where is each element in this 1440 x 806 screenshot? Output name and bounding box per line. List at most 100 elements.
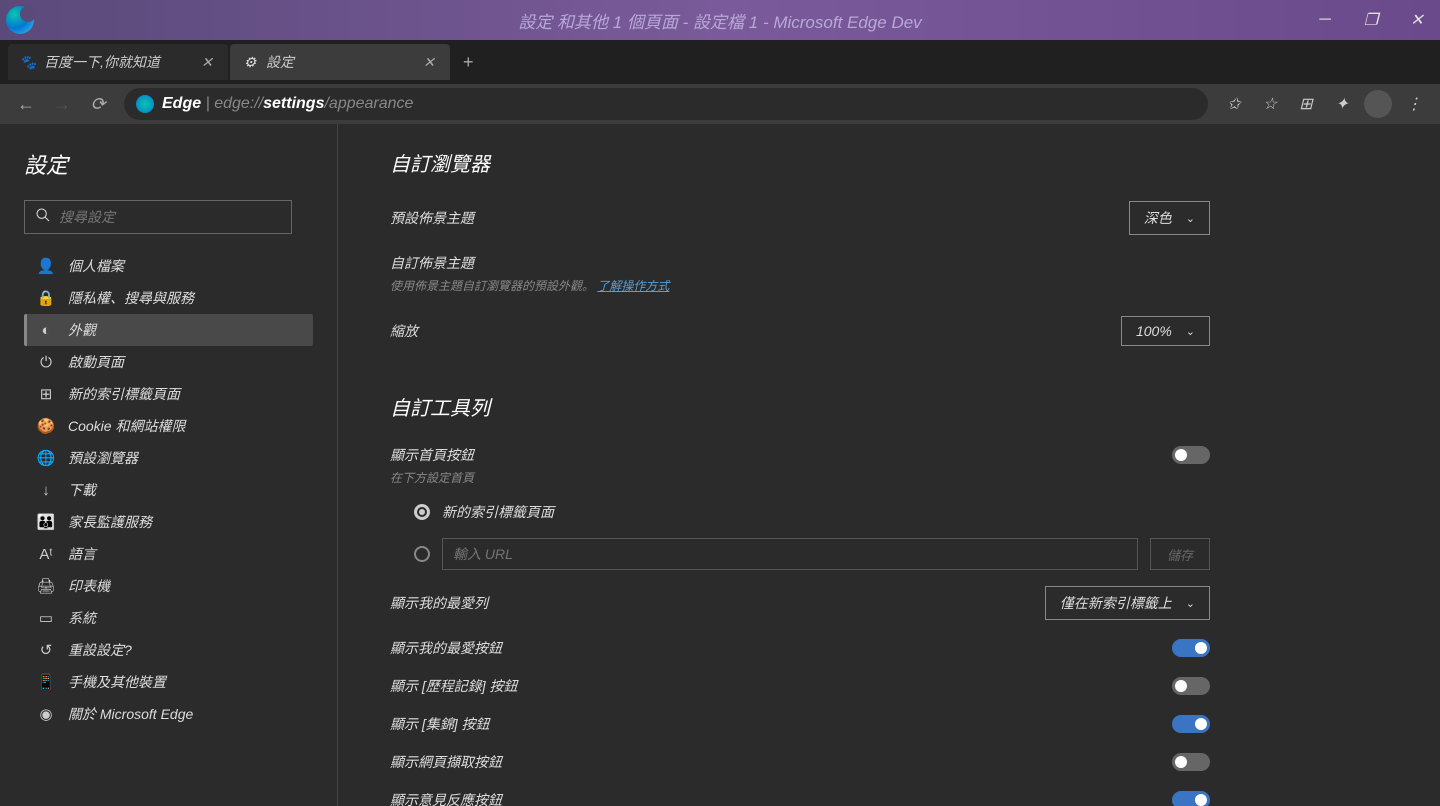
sidebar-item-system[interactable]: ▭系統: [24, 602, 313, 634]
save-button[interactable]: 儲存: [1150, 538, 1210, 570]
sidebar-item-family[interactable]: 👪家長監護服務: [24, 506, 313, 538]
tabstrip: 🐾 百度一下,你就知道 ✕ ⚙ 設定 ✕ +: [0, 40, 1440, 84]
titlebar: 設定 和其他 1 個頁面 - 設定檔 1 - Microsoft Edge De…: [0, 0, 1440, 40]
tab-title: 設定: [266, 52, 420, 72]
theme-dropdown[interactable]: 深色 ⌄: [1129, 201, 1210, 235]
sidebar-item-printer[interactable]: 🖨印表機: [24, 570, 313, 602]
extensions-icon[interactable]: ✦: [1324, 86, 1360, 122]
collections-button-toggle[interactable]: [1172, 715, 1210, 733]
favorites-bar-label: 顯示我的最愛列: [390, 593, 488, 613]
sidebar-item-newtab[interactable]: ⊞新的索引標籤頁面: [24, 378, 313, 410]
sidebar-item-profile[interactable]: 👤個人檔案: [24, 250, 313, 282]
tracking-icon[interactable]: ✩: [1216, 86, 1252, 122]
radio-newtab-label: 新的索引標籤頁面: [442, 502, 554, 522]
language-icon: Aᵗ: [36, 544, 56, 564]
favorites-button-toggle[interactable]: [1172, 639, 1210, 657]
radio-url[interactable]: [414, 546, 430, 562]
system-icon: ▭: [36, 608, 56, 628]
favorites-button-label: 顯示我的最愛按鈕: [390, 638, 502, 658]
collections-button-label: 顯示 [集錦] 按鈕: [390, 714, 490, 734]
favorites-icon[interactable]: ☆: [1252, 86, 1288, 122]
phone-icon: 📱: [36, 672, 56, 692]
addressbar[interactable]: Edge | edge://settings/appearance: [124, 88, 1208, 120]
setting-collections-button: 顯示 [集錦] 按鈕: [390, 714, 1210, 734]
search-box[interactable]: [24, 200, 292, 234]
capture-button-toggle[interactable]: [1172, 753, 1210, 771]
chevron-down-icon: ⌄: [1186, 597, 1195, 610]
radio-newtab[interactable]: [414, 504, 430, 520]
custom-theme-sublabel: 使用佈景主題自訂瀏覽器的預設外觀。 了解操作方式: [390, 277, 1210, 294]
address-text: Edge | edge://settings/appearance: [162, 95, 413, 113]
edge-logo-icon: [6, 6, 34, 34]
zoom-label: 縮放: [390, 321, 418, 341]
edge-icon: ◉: [36, 704, 56, 724]
feedback-button-label: 顯示意見反應按鈕: [390, 790, 502, 806]
avatar[interactable]: [1364, 90, 1392, 118]
minimize-button[interactable]: ─: [1302, 0, 1348, 40]
reset-icon: ↺: [36, 640, 56, 660]
sidebar-item-reset[interactable]: ↺重設設定?: [24, 634, 313, 666]
maximize-button[interactable]: ❐: [1348, 0, 1394, 40]
refresh-button[interactable]: ⟳: [80, 86, 116, 122]
theme-label: 預設佈景主題: [390, 208, 474, 228]
sidebar-item-privacy[interactable]: 🔒隱私權、搜尋與服務: [24, 282, 313, 314]
search-input[interactable]: [59, 209, 281, 225]
newtab-icon: ⊞: [36, 384, 56, 404]
history-button-label: 顯示 [歷程記錄] 按鈕: [390, 676, 518, 696]
family-icon: 👪: [36, 512, 56, 532]
section-customize-toolbar: 自訂工具列: [390, 392, 1388, 421]
chevron-down-icon: ⌄: [1186, 325, 1195, 338]
setting-capture-button: 顯示網頁擷取按鈕: [390, 752, 1210, 772]
browser-icon: 🌐: [36, 448, 56, 468]
power-icon: ⏻: [36, 352, 56, 372]
setting-theme: 預設佈景主題 深色 ⌄: [390, 201, 1210, 235]
sidebar-title: 設定: [20, 148, 317, 180]
chevron-down-icon: ⌄: [1186, 212, 1195, 225]
setting-home-button: 顯示首頁按鈕: [390, 445, 1210, 465]
sidebar-item-language[interactable]: Aᵗ語言: [24, 538, 313, 570]
sidebar-item-about[interactable]: ◉關於 Microsoft Edge: [24, 698, 313, 730]
setting-favorites-button: 顯示我的最愛按鈕: [390, 638, 1210, 658]
sidebar: 設定 👤個人檔案 🔒隱私權、搜尋與服務 ◐外觀 ⏻啟動頁面 ⊞新的索引標籤頁面 …: [0, 124, 338, 806]
history-button-toggle[interactable]: [1172, 677, 1210, 695]
collections-icon[interactable]: ⊞: [1288, 86, 1324, 122]
sidebar-item-startup[interactable]: ⏻啟動頁面: [24, 346, 313, 378]
profile-icon: 👤: [36, 256, 56, 276]
url-input[interactable]: [442, 538, 1138, 570]
setting-feedback-button: 顯示意見反應按鈕: [390, 790, 1210, 806]
tab-settings[interactable]: ⚙ 設定 ✕: [230, 44, 450, 80]
toolbar: ← → ⟳ Edge | edge://settings/appearance …: [0, 84, 1440, 124]
zoom-dropdown[interactable]: 100% ⌄: [1121, 316, 1210, 346]
content: 設定 👤個人檔案 🔒隱私權、搜尋與服務 ◐外觀 ⏻啟動頁面 ⊞新的索引標籤頁面 …: [0, 124, 1440, 806]
tab-close-icon[interactable]: ✕: [198, 53, 216, 71]
cookie-icon: 🍪: [36, 416, 56, 436]
baidu-icon: 🐾: [20, 54, 36, 70]
tab-baidu[interactable]: 🐾 百度一下,你就知道 ✕: [8, 44, 228, 80]
download-icon: ↓: [36, 480, 56, 500]
sidebar-item-default[interactable]: 🌐預設瀏覽器: [24, 442, 313, 474]
search-icon: [35, 207, 51, 228]
feedback-button-toggle[interactable]: [1172, 791, 1210, 806]
window-title: 設定 和其他 1 個頁面 - 設定檔 1 - Microsoft Edge De…: [518, 8, 921, 33]
forward-button[interactable]: →: [44, 86, 80, 122]
sidebar-item-appearance[interactable]: ◐外觀: [24, 314, 313, 346]
main-content: 自訂瀏覽器 預設佈景主題 深色 ⌄ 自訂佈景主題 使用佈景主題自訂瀏覽器的預設外…: [338, 124, 1440, 806]
learn-more-link[interactable]: 了解操作方式: [597, 279, 669, 293]
menu-icon[interactable]: ⋮: [1396, 86, 1432, 122]
favorites-bar-dropdown[interactable]: 僅在新索引標籤上 ⌄: [1045, 586, 1210, 620]
back-button[interactable]: ←: [8, 86, 44, 122]
home-button-toggle[interactable]: [1172, 446, 1210, 464]
sidebar-item-cookies[interactable]: 🍪Cookie 和網站權限: [24, 410, 313, 442]
sidebar-item-phone[interactable]: 📱手機及其他裝置: [24, 666, 313, 698]
setting-favorites-bar: 顯示我的最愛列 僅在新索引標籤上 ⌄: [390, 586, 1210, 620]
edge-page-icon: [136, 95, 154, 113]
new-tab-button[interactable]: +: [452, 46, 484, 78]
printer-icon: 🖨: [36, 576, 56, 596]
tab-title: 百度一下,你就知道: [44, 52, 198, 72]
close-button[interactable]: ✕: [1394, 0, 1440, 40]
radio-row-newtab: 新的索引標籤頁面: [414, 502, 1210, 522]
sidebar-item-downloads[interactable]: ↓下載: [24, 474, 313, 506]
tab-close-icon[interactable]: ✕: [420, 53, 438, 71]
home-button-sublabel: 在下方設定首頁: [390, 469, 1388, 486]
setting-zoom: 縮放 100% ⌄: [390, 316, 1210, 346]
